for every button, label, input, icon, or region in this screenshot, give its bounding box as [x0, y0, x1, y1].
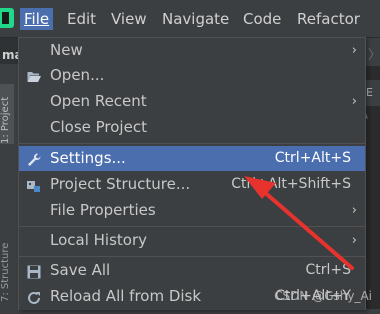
watermark-text: CSDN @Gshy_Ai: [274, 289, 372, 303]
annotation-arrow: [244, 176, 354, 270]
